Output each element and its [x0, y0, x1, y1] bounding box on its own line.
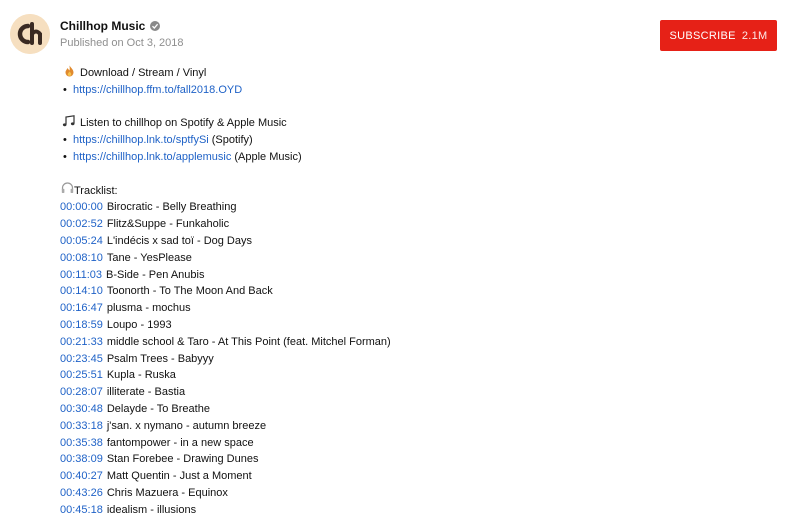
- track-title: Tane - YesPlease: [106, 251, 192, 264]
- track-title: B-Side - Pen Anubis: [106, 268, 205, 281]
- track-timestamp-link[interactable]: 00:02:52: [60, 216, 103, 233]
- track-title: Flitz&Suppe - Funkaholic: [106, 218, 230, 231]
- track-title: j'san. x nymano - autumn breeze: [106, 419, 267, 432]
- track-row: 00:43:26 Chris Mazuera - Equinox: [60, 485, 740, 502]
- track-row: 00:00:00 Birocratic - Belly Breathing: [60, 199, 740, 216]
- track-row: 00:40:27 Matt Quentin - Just a Moment: [60, 468, 740, 485]
- verified-check-icon: [150, 21, 161, 31]
- tracklist-label: Tracklist:: [74, 184, 118, 197]
- track-row: 00:11:03 B-Side - Pen Anubis: [60, 267, 740, 284]
- track-title: Chris Mazuera - Equinox: [106, 486, 228, 499]
- track-timestamp-link[interactable]: 00:28:07: [60, 384, 103, 401]
- track-timestamp-link[interactable]: 00:16:47: [60, 300, 103, 317]
- track-row: 00:33:18 j'san. x nymano - autumn breeze: [60, 418, 740, 435]
- subscribe-button[interactable]: SUBSCRIBE 2.1M: [660, 20, 777, 51]
- download-link-row: • https://chillhop.ffm.to/fall2018.OYD: [60, 82, 740, 99]
- bullet: •: [63, 134, 67, 147]
- apple-music-link[interactable]: https://chillhop.lnk.to/applemusic: [73, 149, 231, 166]
- track-timestamp-link[interactable]: 00:08:10: [60, 250, 103, 267]
- download-text: Download / Stream / Vinyl: [80, 67, 207, 79]
- track-timestamp-link[interactable]: 00:14:10: [60, 283, 103, 300]
- track-timestamp-link[interactable]: 00:35:38: [60, 435, 103, 452]
- track-row: 00:25:51 Kupla - Ruska: [60, 367, 740, 384]
- music-note-icon: [60, 114, 78, 133]
- track-title: idealism - illusions: [106, 503, 197, 516]
- subscriber-count: 2.1M: [741, 29, 768, 42]
- track-row: 00:02:52 Flitz&Suppe - Funkaholic: [60, 216, 740, 233]
- channel-name[interactable]: Chillhop Music: [60, 19, 145, 33]
- track-row: 00:21:33 middle school & Taro - At This P…: [60, 334, 740, 351]
- bullet: •: [63, 150, 67, 163]
- spotify-link-row: • https://chillhop.lnk.to/sptfySi (Spoti…: [60, 132, 740, 149]
- track-title: Birocratic - Belly Breathing: [106, 201, 237, 214]
- track-title: Psalm Trees - Babyyy: [106, 352, 214, 365]
- track-row: 00:45:18 idealism - illusions: [60, 502, 740, 519]
- channel-name-row: Chillhop Music: [60, 19, 161, 33]
- channel-avatar[interactable]: [10, 14, 50, 54]
- chillhop-logo-icon: [10, 14, 50, 54]
- spotify-link[interactable]: https://chillhop.lnk.to/sptfySi: [73, 132, 209, 149]
- track-timestamp-link[interactable]: 00:25:51: [60, 367, 103, 384]
- tracklist: 00:00:00 Birocratic - Belly Breathing 00:0…: [60, 199, 740, 518]
- track-title: Kupla - Ruska: [106, 369, 176, 382]
- track-row: 00:08:10 Tane - YesPlease: [60, 250, 740, 267]
- listen-heading: Listen to chillhop on Spotify & Apple Mu…: [60, 114, 740, 133]
- track-timestamp-link[interactable]: 00:21:33: [60, 334, 103, 351]
- download-link[interactable]: https://chillhop.ffm.to/fall2018.OYD: [73, 82, 242, 99]
- track-timestamp-link[interactable]: 00:33:18: [60, 418, 103, 435]
- headphones-icon: [60, 182, 74, 200]
- listen-text: Listen to chillhop on Spotify & Apple Mu…: [80, 117, 287, 130]
- track-timestamp-link[interactable]: 00:45:18: [60, 502, 103, 519]
- tracklist-heading: Tracklist:: [60, 182, 740, 200]
- track-timestamp-link[interactable]: 00:23:45: [60, 351, 103, 368]
- track-row: 00:05:24 L'indécis x sad toï - Dog Days: [60, 233, 740, 250]
- track-timestamp-link[interactable]: 00:05:24: [60, 233, 103, 250]
- track-timestamp-link[interactable]: 00:38:09: [60, 451, 103, 468]
- track-timestamp-link[interactable]: 00:11:03: [60, 267, 102, 284]
- publish-date: Published on Oct 3, 2018: [60, 37, 184, 49]
- track-row: 00:28:07 illiterate - Bastia: [60, 384, 740, 401]
- track-timestamp-link[interactable]: 00:43:26: [60, 485, 103, 502]
- download-heading: Download / Stream / Vinyl: [60, 65, 740, 82]
- track-row: 00:14:10 Toonorth - To The Moon And Back: [60, 283, 740, 300]
- subscribe-label: SUBSCRIBE: [669, 29, 736, 42]
- track-title: illiterate - Bastia: [106, 386, 186, 399]
- track-row: 00:35:38 fantompower - in a new space: [60, 435, 740, 452]
- track-timestamp-link[interactable]: 00:18:59: [60, 317, 103, 334]
- description-text: Download / Stream / Vinyl • https://chil…: [60, 65, 740, 519]
- track-title: Matt Quentin - Just a Moment: [106, 470, 252, 483]
- video-description-panel: Chillhop Music Published on Oct 3, 2018 …: [0, 0, 792, 525]
- track-row: 00:38:09 Stan Forebee - Drawing Dunes: [60, 451, 740, 468]
- track-row: 00:23:45 Psalm Trees - Babyyy: [60, 351, 740, 368]
- bullet: •: [63, 83, 67, 96]
- track-timestamp-link[interactable]: 00:30:48: [60, 401, 103, 418]
- track-timestamp-link[interactable]: 00:40:27: [60, 468, 103, 485]
- track-title: Toonorth - To The Moon And Back: [106, 285, 273, 298]
- track-row: 00:16:47 plusma - mochus: [60, 300, 740, 317]
- track-title: Stan Forebee - Drawing Dunes: [106, 453, 259, 466]
- track-row: 00:18:59 Loupo - 1993: [60, 317, 740, 334]
- track-title: fantompower - in a new space: [106, 436, 254, 449]
- track-title: Loupo - 1993: [106, 318, 172, 331]
- track-row: 00:30:48 Delayde - To Breathe: [60, 401, 740, 418]
- track-title: Delayde - To Breathe: [106, 402, 210, 415]
- track-title: plusma - mochus: [106, 302, 191, 315]
- flame-icon: [60, 65, 78, 83]
- track-timestamp-link[interactable]: 00:00:00: [60, 199, 103, 216]
- track-title: middle school & Taro - At This Point (fe…: [106, 335, 391, 348]
- apple-music-link-row: • https://chillhop.lnk.to/applemusic (Ap…: [60, 149, 740, 166]
- spotify-suffix: (Spotify): [211, 134, 253, 147]
- track-title: L'indécis x sad toï - Dog Days: [106, 234, 252, 247]
- apple-music-suffix: (Apple Music): [234, 150, 302, 163]
